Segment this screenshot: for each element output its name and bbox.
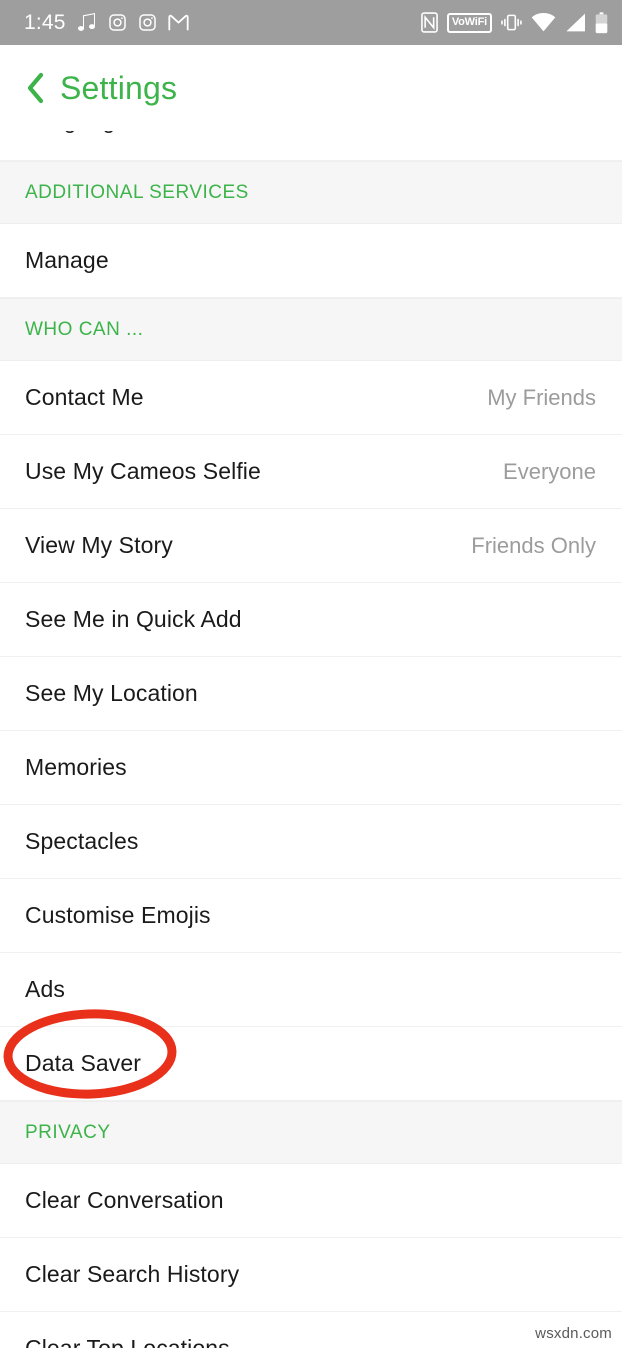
list-item-value: Friends Only [471,532,596,558]
list-item-label: Language [25,131,128,134]
list-item-spectacles[interactable]: Spectacles [0,805,622,879]
status-bar-left: 1:45 [24,12,189,33]
list-item-clear-conversation[interactable]: Clear Conversation [0,1164,622,1238]
watermark: wsxdn.com [535,1325,612,1342]
list-item-customise-emojis[interactable]: Customise Emojis [0,879,622,953]
list-item-ads[interactable]: Ads [0,953,622,1027]
list-item-manage[interactable]: Manage [0,224,622,298]
chevron-left-icon [27,72,44,104]
list-item-clear-top-locations[interactable]: Clear Top Locations [0,1312,622,1348]
status-bar-clock: 1:45 [24,11,66,34]
phone-screen: 1:45 VoWiFi Settings ADDITIONAL SERVICES… [0,0,622,1348]
list-item-label: View My Story [25,532,173,558]
list-item-label: Customise Emojis [25,902,211,928]
list-item-clear-search-history[interactable]: Clear Search History [0,1238,622,1312]
list-item-label: Clear Top Locations [25,1335,230,1348]
status-bar-right: VoWiFi [420,11,608,34]
status-bar: 1:45 VoWiFi [0,0,622,45]
list-item-label: Contact Me [25,384,144,410]
list-item-label: Data Saver [25,1050,142,1076]
list-item-label: See Me in Quick Add [25,606,242,632]
list-item-label: Ads [25,976,65,1002]
instagram-icon [138,13,157,32]
list-item-see-me-in-quick-add[interactable]: See Me in Quick Add [0,583,622,657]
list-item-label: Manage [25,247,109,273]
section-header-additional-services: ADDITIONAL SERVICES [0,161,622,224]
wifi-icon [531,13,556,32]
section-header-label: PRIVACY [25,1121,111,1143]
vowifi-badge: VoWiFi [446,12,492,33]
section-header-privacy: PRIVACY [0,1101,622,1164]
music-note-icon [77,12,97,33]
vibrate-icon [501,13,522,32]
nfc-icon [420,12,438,33]
list-item-value: My Friends [487,384,596,410]
list-item-label: Memories [25,754,127,780]
list-item-label: See My Location [25,680,198,706]
instagram-icon [108,13,127,32]
list-item-memories[interactable]: Memories [0,731,622,805]
list-item-language[interactable]: Language [0,131,622,161]
gmail-icon [168,14,189,31]
list-item-value: Everyone [503,458,596,484]
list-item-see-my-location[interactable]: See My Location [0,657,622,731]
list-item-data-saver[interactable]: Data Saver [0,1027,622,1101]
settings-list: Language ADDITIONAL SERVICES Manage WHO … [0,131,622,1348]
list-item-label: Clear Search History [25,1261,240,1287]
list-item-contact-me[interactable]: Contact Me My Friends [0,361,622,435]
list-item-label: Clear Conversation [25,1187,224,1213]
list-item-view-my-story[interactable]: View My Story Friends Only [0,509,622,583]
battery-icon [595,11,608,34]
app-bar: Settings [0,45,622,131]
cellular-signal-icon [565,13,586,32]
back-button[interactable] [20,71,50,105]
list-item-use-my-cameos-selfie[interactable]: Use My Cameos Selfie Everyone [0,435,622,509]
list-item-label: Spectacles [25,828,139,854]
section-header-label: WHO CAN ... [25,318,144,340]
list-item-label: Use My Cameos Selfie [25,458,261,484]
section-header-who-can: WHO CAN ... [0,298,622,361]
section-header-label: ADDITIONAL SERVICES [25,181,249,203]
page-title: Settings [60,69,178,106]
